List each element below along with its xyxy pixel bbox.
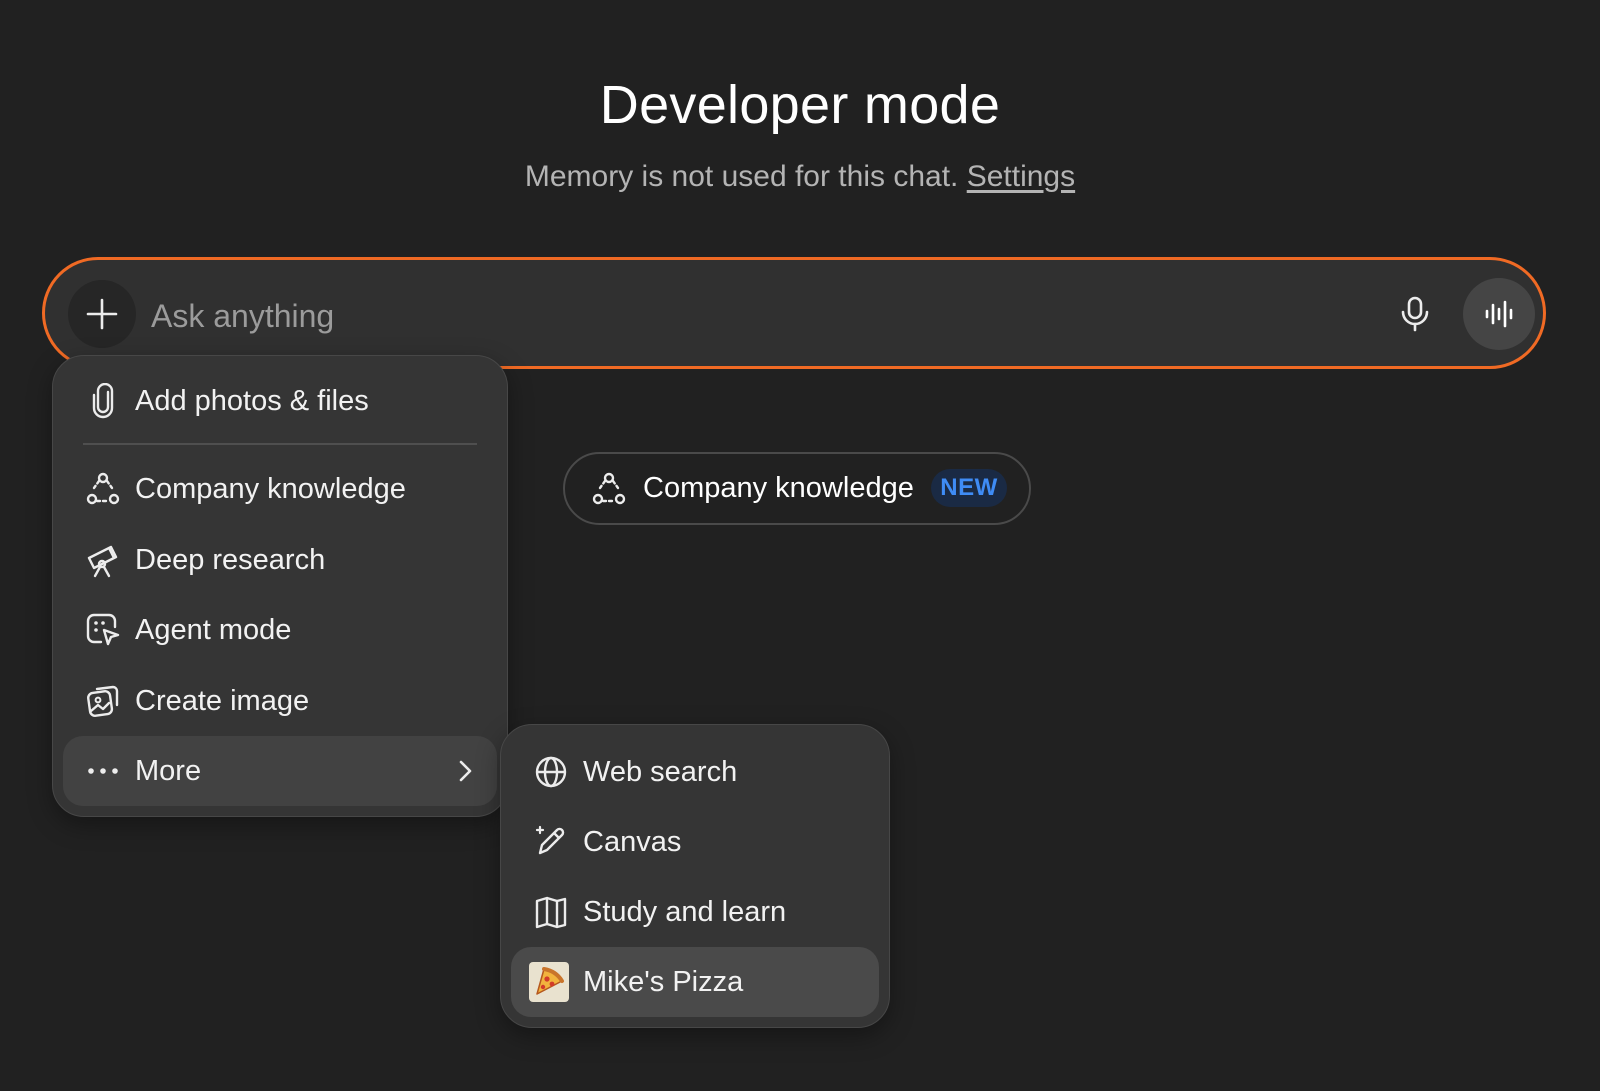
- menu-item-more[interactable]: More: [63, 736, 497, 806]
- menu-item-label: Create image: [135, 685, 310, 717]
- submenu-item-label: Study and learn: [583, 896, 787, 928]
- add-button[interactable]: [68, 280, 136, 348]
- company-knowledge-chip[interactable]: Company knowledge NEW: [563, 452, 1031, 525]
- image-icon: [85, 683, 121, 719]
- voice-mode-button[interactable]: [1463, 278, 1535, 350]
- menu-divider: [83, 443, 477, 445]
- pizza-icon: [529, 962, 569, 1002]
- agent-cursor-icon: [85, 612, 121, 648]
- company-knowledge-icon: [85, 471, 121, 507]
- menu-item-company-knowledge[interactable]: Company knowledge: [63, 454, 497, 524]
- globe-icon: [533, 754, 569, 790]
- plus-icon: [86, 298, 118, 330]
- voice-waveform-icon: [1485, 300, 1513, 328]
- submenu-item-web-search[interactable]: Web search: [511, 737, 879, 807]
- pencil-sparkle-icon: [533, 824, 569, 860]
- chevron-right-icon: [451, 757, 479, 785]
- microphone-icon: [1401, 296, 1429, 332]
- ellipsis-icon: [85, 753, 121, 789]
- submenu-item-label: Canvas: [583, 826, 682, 858]
- menu-item-label: Add photos & files: [135, 385, 369, 417]
- page-title: Developer mode: [599, 75, 1001, 135]
- memory-notice: Memory is not used for this chat. Settin…: [0, 160, 1600, 194]
- submenu-item-label: Mike's Pizza: [583, 966, 744, 998]
- new-badge: NEW: [931, 469, 1007, 507]
- more-submenu: Web search Canvas Study and learn Mike's…: [500, 724, 890, 1028]
- menu-item-label: Deep research: [135, 544, 326, 576]
- book-icon: [533, 894, 569, 930]
- page: Developer mode Memory is not used for th…: [0, 0, 1600, 1091]
- menu-item-label: Agent mode: [135, 614, 292, 646]
- composer: [42, 257, 1546, 369]
- menu-item-label: More: [135, 755, 202, 787]
- dictate-button[interactable]: [1385, 284, 1445, 344]
- submenu-item-canvas[interactable]: Canvas: [511, 807, 879, 877]
- paperclip-icon: [85, 383, 121, 419]
- submenu-item-mikes-pizza[interactable]: Mike's Pizza: [511, 947, 879, 1017]
- telescope-icon: [85, 542, 121, 578]
- menu-item-label: Company knowledge: [135, 473, 406, 505]
- menu-item-agent-mode[interactable]: Agent mode: [63, 595, 497, 665]
- menu-item-create-image[interactable]: Create image: [63, 666, 497, 736]
- memory-notice-text: Memory is not used for this chat.: [524, 160, 959, 193]
- prompt-input[interactable]: [149, 290, 1353, 342]
- submenu-item-study-and-learn[interactable]: Study and learn: [511, 877, 879, 947]
- company-knowledge-icon: [591, 471, 627, 507]
- chip-label: Company knowledge: [643, 472, 914, 504]
- menu-item-add-photos-files[interactable]: Add photos & files: [63, 366, 497, 436]
- menu-item-deep-research[interactable]: Deep research: [63, 525, 497, 595]
- settings-link[interactable]: Settings: [967, 160, 1075, 193]
- submenu-item-label: Web search: [583, 756, 738, 788]
- tools-menu: Add photos & files Company knowledge Dee…: [52, 355, 508, 817]
